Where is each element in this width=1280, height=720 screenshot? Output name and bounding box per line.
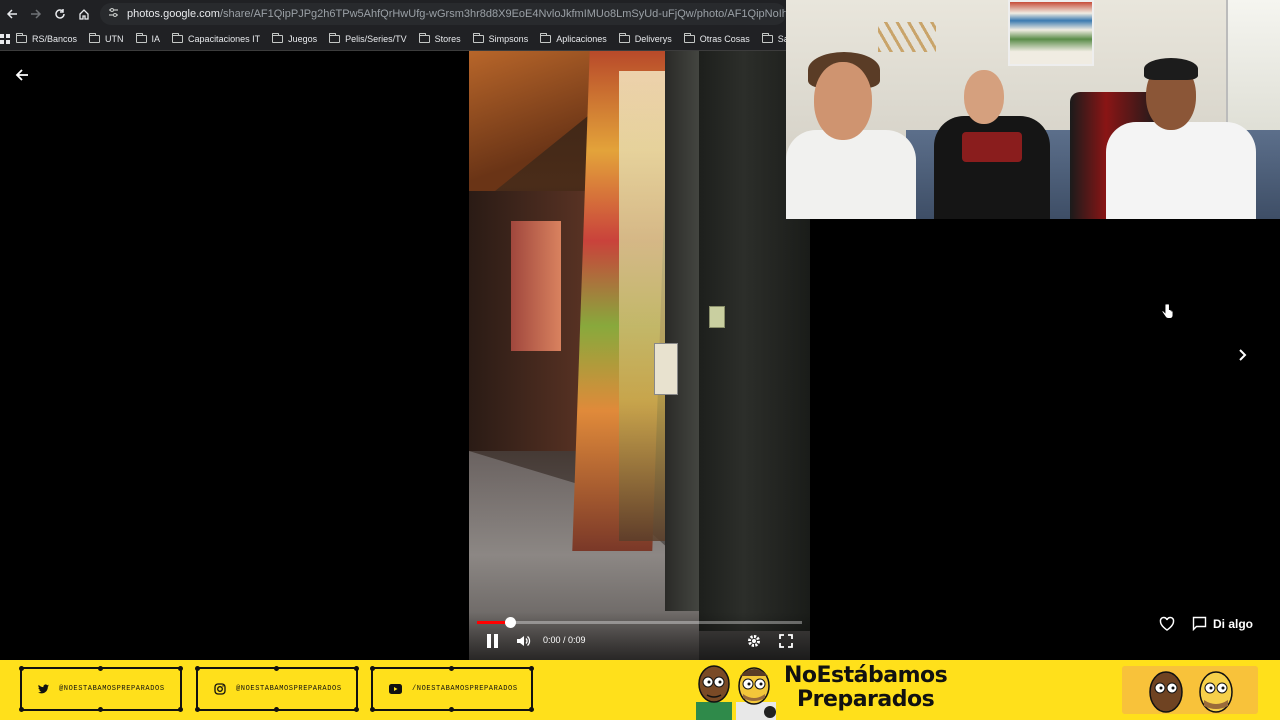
webcam-shelf xyxy=(1008,0,1094,66)
address-bar[interactable]: photos.google.com/share/AF1QipPJPg2h6TPw… xyxy=(100,2,786,25)
bookmark-folder[interactable]: Santa Fe xyxy=(756,32,786,44)
show-logo: NoEstábamos Preparados xyxy=(688,660,968,720)
fullscreen-icon[interactable] xyxy=(778,633,794,649)
volume-icon[interactable] xyxy=(515,633,531,649)
folder-icon xyxy=(89,32,101,43)
youtube-handle: /NOESTABAMOSPREPARADOS xyxy=(412,685,518,693)
url-host: photos.google.com xyxy=(127,7,220,20)
pause-icon[interactable] xyxy=(486,634,499,648)
folder-icon xyxy=(761,32,773,43)
instagram-handle: @NOESTABAMOSPREPARADOS xyxy=(236,685,342,693)
folder-icon xyxy=(172,32,184,43)
back-arrow-icon[interactable] xyxy=(12,65,32,85)
youtube-box: /NOESTABAMOSPREPARADOS xyxy=(370,666,534,712)
browser-toolbar: photos.google.com/share/AF1QipPJPg2h6TPw… xyxy=(0,0,786,27)
bookmark-label: Deliverys xyxy=(634,33,672,44)
video-frame-intercom xyxy=(654,343,678,395)
bookmark-folder[interactable]: Capacitaciones IT xyxy=(166,32,266,44)
bookmark-label: Santa Fe xyxy=(777,33,786,44)
folder-icon xyxy=(329,32,341,43)
folder-icon xyxy=(683,32,695,43)
heart-icon[interactable] xyxy=(1159,616,1175,632)
folder-icon xyxy=(472,32,484,43)
bookmark-folder[interactable]: Deliverys xyxy=(613,32,678,44)
comment-button[interactable]: Di algo xyxy=(1192,616,1253,631)
youtube-icon xyxy=(389,684,402,694)
folder-icon xyxy=(16,32,27,43)
settings-gear-icon[interactable] xyxy=(746,633,762,649)
bookmark-folder[interactable]: IA xyxy=(130,32,167,44)
video-frame-mural-left xyxy=(511,221,561,351)
stream-banner: @NOESTABAMOSPREPARADOS @NOESTABAMOSPREPA… xyxy=(0,660,1280,720)
bookmark-label: Juegos xyxy=(288,33,318,44)
video-time: 0:00 / 0:09 xyxy=(543,635,586,645)
forward-nav-icon[interactable] xyxy=(24,0,48,27)
bookmark-label: UTN xyxy=(105,33,124,44)
bookmark-folder[interactable]: Pelis/Series/TV xyxy=(323,32,413,44)
folder-icon xyxy=(418,32,430,43)
url-path: /share/AF1QipPJPg2h6TPw5AhfQrHwUfg-wGrsm… xyxy=(219,7,786,20)
instagram-box: @NOESTABAMOSPREPARADOS xyxy=(195,666,359,712)
bookmarks-bar: RS/Bancos UTN IA Capacitaciones IT Juego… xyxy=(0,27,786,51)
seek-bar[interactable] xyxy=(477,617,802,628)
twitter-bird-icon xyxy=(38,684,49,694)
video-frame-mural-leaves xyxy=(619,71,665,541)
bookmark-folder[interactable]: Stores xyxy=(413,32,467,44)
bookmark-folder[interactable]: Aplicaciones xyxy=(534,32,613,44)
twitter-handle: @NOESTABAMOSPREPARADOS xyxy=(59,685,165,693)
folder-icon xyxy=(618,32,630,43)
bookmark-label: Otras Cosas xyxy=(699,33,750,44)
hosts-avatar-icon xyxy=(1122,666,1258,714)
screen: photos.google.com/share/AF1QipPJPg2h6TPw… xyxy=(0,0,1280,720)
video-player[interactable]: 0:00 / 0:09 xyxy=(469,51,810,660)
bookmark-label: Simpsons xyxy=(488,33,529,44)
comment-icon xyxy=(1192,616,1207,631)
logo-line-1: NoEstábamos xyxy=(784,663,948,688)
folder-icon xyxy=(135,32,147,43)
video-controls: 0:00 / 0:09 xyxy=(469,612,810,660)
seek-handle[interactable] xyxy=(504,617,516,628)
bookmark-label: RS/Bancos xyxy=(32,33,78,44)
webcam-wall-rack xyxy=(878,22,936,52)
bookmark-label: Pelis/Series/TV xyxy=(345,33,407,44)
video-frame-ceiling xyxy=(469,51,599,191)
bookmark-folder[interactable]: Simpsons xyxy=(467,32,535,44)
bookmark-label: Aplicaciones xyxy=(556,33,607,44)
folder-icon xyxy=(540,32,552,43)
back-nav-icon[interactable] xyxy=(0,0,24,27)
cartoon-hosts-logo xyxy=(696,665,776,720)
video-frame-plate xyxy=(709,306,725,328)
bookmark-folder[interactable]: RS/Bancos xyxy=(10,32,83,44)
next-chevron-icon[interactable] xyxy=(1232,345,1252,365)
home-icon[interactable] xyxy=(72,0,96,27)
hand-cursor-icon xyxy=(1160,303,1174,321)
bookmark-folder[interactable]: UTN xyxy=(83,32,130,44)
show-logo-text: NoEstábamos Preparados xyxy=(784,663,948,712)
bookmark-folder[interactable]: Juegos xyxy=(266,32,323,44)
bookmark-label: Capacitaciones IT xyxy=(188,33,261,44)
bookmark-folder[interactable]: Otras Cosas xyxy=(678,32,756,44)
reload-icon[interactable] xyxy=(48,0,72,27)
site-settings-icon[interactable] xyxy=(108,7,119,21)
bookmark-label: IA xyxy=(151,33,161,44)
bookmark-label: Stores xyxy=(434,33,461,44)
comment-label: Di algo xyxy=(1213,616,1254,631)
webcam-overlay xyxy=(786,0,1280,219)
folder-icon xyxy=(272,32,284,43)
twitter-box: @NOESTABAMOSPREPARADOS xyxy=(19,666,183,712)
apps-grid-icon[interactable] xyxy=(0,33,10,44)
logo-line-2: Preparados xyxy=(797,687,935,712)
instagram-icon xyxy=(214,683,226,695)
